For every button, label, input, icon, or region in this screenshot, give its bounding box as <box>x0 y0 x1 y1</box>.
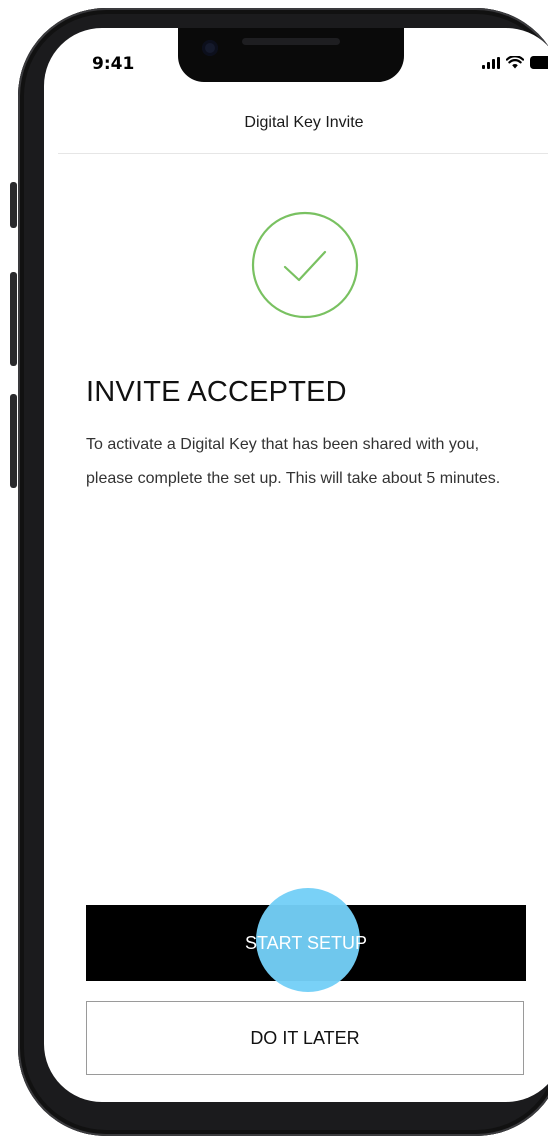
status-time: 9:41 <box>92 54 135 74</box>
cellular-signal-icon <box>482 57 500 69</box>
front-camera <box>202 40 218 56</box>
start-setup-button[interactable] <box>86 905 526 981</box>
volume-down-button <box>10 394 17 488</box>
wifi-icon <box>506 56 524 69</box>
volume-up-button <box>10 272 17 366</box>
nav-title: Digital Key Invite <box>244 114 364 131</box>
checkmark-circle-icon <box>251 211 359 319</box>
battery-icon <box>530 56 548 69</box>
earpiece-speaker <box>242 38 340 45</box>
app-screen: 9:41 Digital Key Invite INVITE ACCEPTED … <box>44 28 548 1102</box>
nav-divider <box>58 153 548 154</box>
status-icons <box>482 56 548 69</box>
mute-switch <box>10 182 17 228</box>
page-heading: INVITE ACCEPTED <box>86 376 347 408</box>
description-text: To activate a Digital Key that has been … <box>86 436 501 487</box>
do-it-later-button[interactable]: DO IT LATER <box>86 1001 524 1075</box>
notch <box>178 28 404 82</box>
